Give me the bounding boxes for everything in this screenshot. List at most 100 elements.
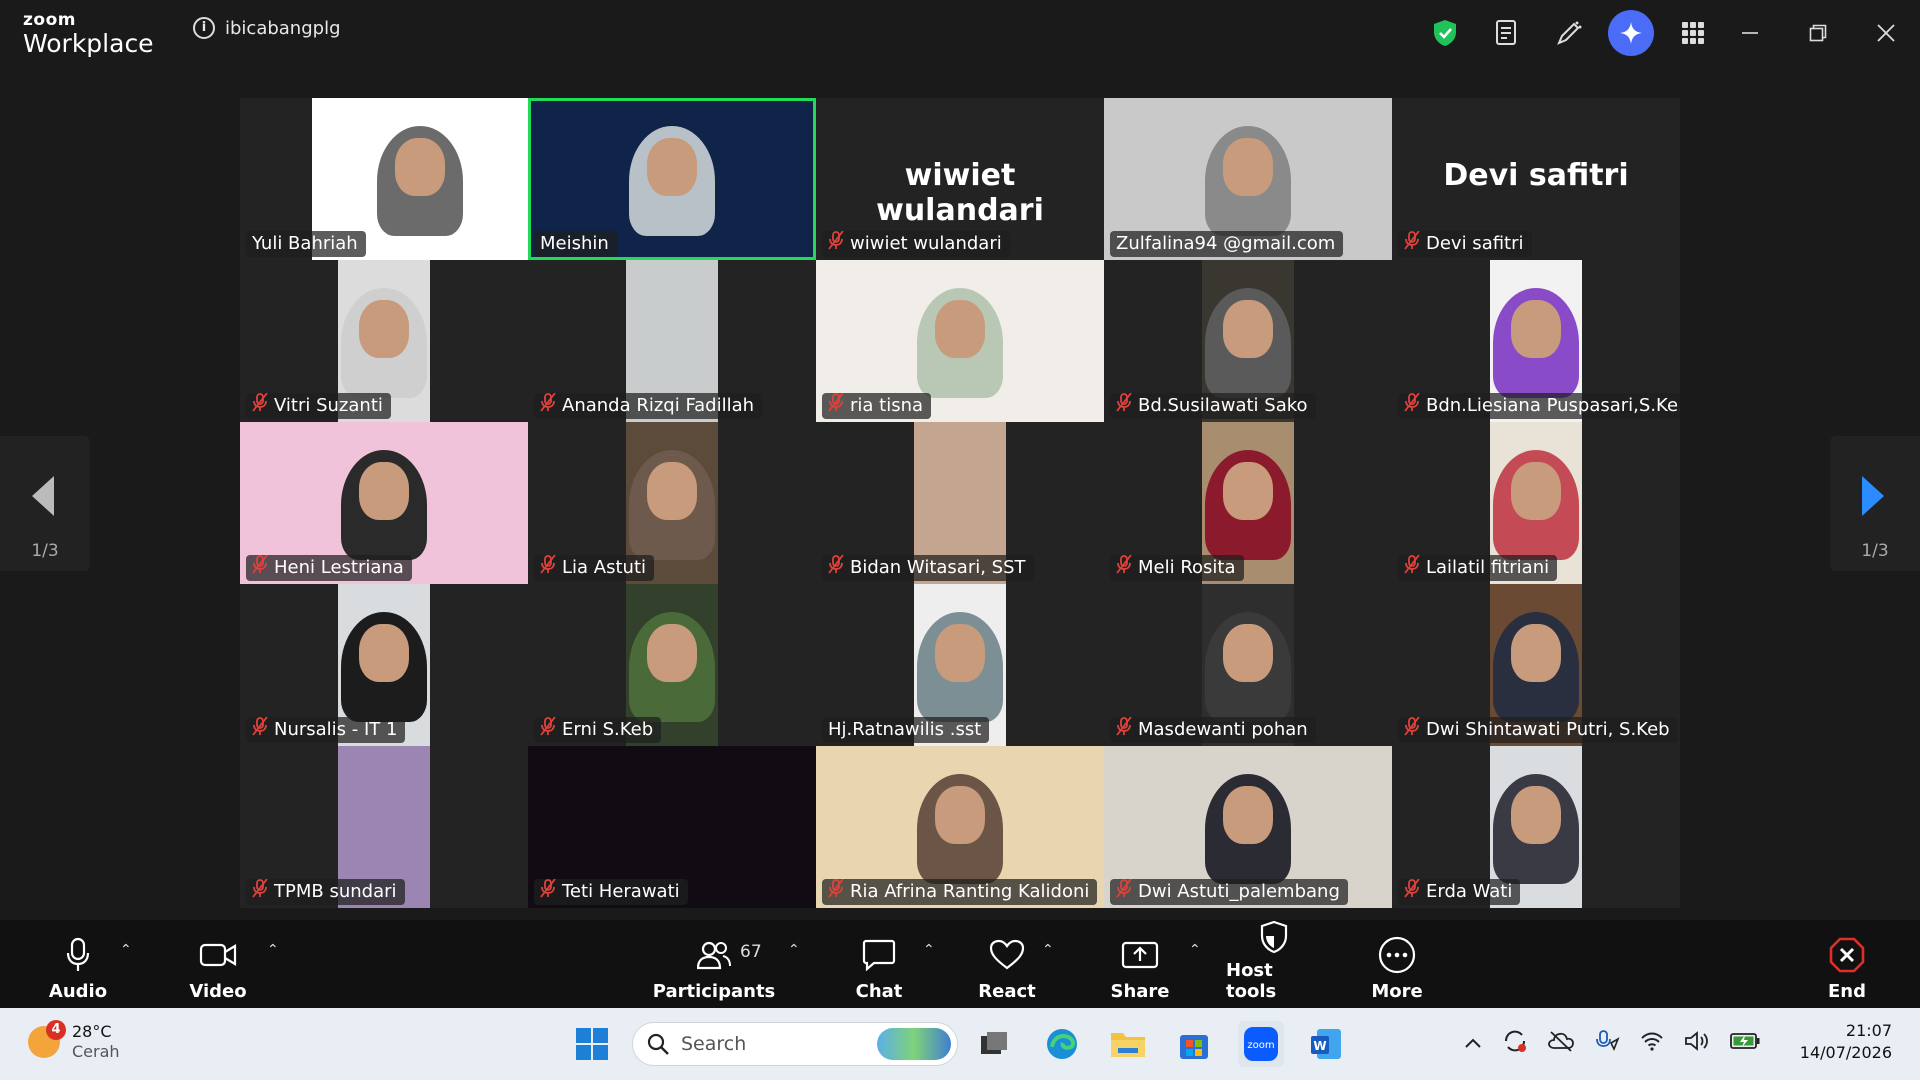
sync-alert-icon[interactable]	[1502, 1028, 1528, 1058]
word-app-icon[interactable]: W	[1306, 1024, 1346, 1064]
participant-tile[interactable]: Bd.Susilawati Sako	[1104, 260, 1392, 422]
participant-tile[interactable]: Erni S.Keb	[528, 584, 816, 746]
muted-microphone-icon	[1116, 879, 1132, 905]
participant-tile[interactable]: Lia Astuti	[528, 422, 816, 584]
muted-microphone-icon	[1116, 393, 1132, 419]
wifi-icon[interactable]	[1640, 1031, 1664, 1055]
participant-tile[interactable]: Masdewanti pohan	[1104, 584, 1392, 746]
participant-tile[interactable]: Lailatil fitriani	[1392, 422, 1680, 584]
chat-button[interactable]: Chat	[848, 920, 910, 1008]
react-options-chevron-icon[interactable]: ⌃	[1042, 942, 1054, 958]
participant-name: Hj.Ratnawilis .sst	[828, 719, 982, 740]
host-tools-label: Host tools	[1226, 960, 1277, 1002]
participant-tile[interactable]: Erda Wati	[1392, 746, 1680, 908]
restore-icon[interactable]	[1784, 10, 1852, 56]
share-button[interactable]: Share	[1108, 920, 1172, 1008]
participant-tile[interactable]: Devi safitri Devi safitri	[1392, 98, 1680, 260]
video-options-chevron-icon[interactable]: ⌃	[267, 942, 279, 958]
chat-label: Chat	[855, 981, 903, 1002]
muted-microphone-icon	[828, 555, 844, 581]
cloud-offline-icon[interactable]	[1548, 1030, 1574, 1056]
participant-tile[interactable]: Ananda Rizqi Fadillah	[528, 260, 816, 422]
participants-button[interactable]: Participants	[653, 920, 775, 1008]
page-indicator-left: 1/3	[31, 541, 59, 561]
weather-widget[interactable]: 4 28°C Cerah	[28, 1020, 120, 1062]
show-hidden-icons-chevron-icon[interactable]	[1464, 1034, 1482, 1053]
page-indicator-right: 1/3	[1861, 541, 1889, 561]
battery-charging-icon[interactable]	[1730, 1032, 1760, 1054]
participant-tile[interactable]: Bidan Witasari, SST	[816, 422, 1104, 584]
audio-options-chevron-icon[interactable]: ⌃	[120, 942, 132, 958]
participant-tile[interactable]: Meli Rosita	[1104, 422, 1392, 584]
minimize-icon[interactable]	[1716, 10, 1784, 56]
react-button[interactable]: React	[974, 920, 1040, 1008]
volume-icon[interactable]	[1684, 1030, 1710, 1056]
ai-companion-sparkle-icon[interactable]	[1608, 10, 1654, 56]
search-placeholder: Search	[681, 1033, 747, 1055]
participant-tile[interactable]: Dwi Shintawati Putri, S.Keb	[1392, 584, 1680, 746]
participant-name-label: wiwiet wulandari	[822, 231, 1010, 257]
previous-page-button[interactable]: 1/3	[0, 436, 90, 571]
audio-button[interactable]: Audio	[40, 920, 116, 1008]
participant-name: Devi safitri	[1426, 233, 1524, 254]
share-label: Share	[1110, 981, 1170, 1002]
participant-tile[interactable]: ria tisna	[816, 260, 1104, 422]
muted-microphone-icon	[1116, 717, 1132, 743]
taskbar-search[interactable]: Search	[632, 1022, 958, 1066]
security-shield-icon[interactable]	[1422, 10, 1468, 56]
participants-options-chevron-icon[interactable]: ⌃	[788, 942, 800, 958]
participant-tile[interactable]: Zulfalina94 @gmail.com	[1104, 98, 1392, 260]
muted-microphone-icon	[540, 555, 556, 581]
info-icon[interactable]: i	[193, 17, 215, 39]
task-view-icon[interactable]	[974, 1024, 1014, 1064]
muted-microphone-icon	[540, 717, 556, 743]
muted-microphone-icon	[252, 717, 268, 743]
participant-tile[interactable]: wiwiet wulandari wiwiet wulandari	[816, 98, 1104, 260]
muted-microphone-icon	[540, 879, 556, 905]
participant-name: ria tisna	[850, 395, 924, 416]
end-button[interactable]: End	[1820, 920, 1874, 1008]
end-label: End	[1828, 981, 1866, 1002]
participant-name-label: Teti Herawati	[534, 879, 688, 905]
participant-tile[interactable]: Dwi Astuti_palembang	[1104, 746, 1392, 908]
participant-tile[interactable]: Meishin	[528, 98, 816, 260]
muted-microphone-icon	[828, 393, 844, 419]
participant-tile[interactable]: Ria Afrina Ranting Kalidoni	[816, 746, 1104, 908]
file-explorer-icon[interactable]	[1108, 1024, 1148, 1064]
edge-browser-icon[interactable]	[1042, 1024, 1082, 1064]
participant-tile[interactable]: Yuli Bahriah	[240, 98, 528, 260]
taskbar-clock[interactable]: 21:07 14/07/2026	[1800, 1020, 1892, 1064]
chat-options-chevron-icon[interactable]: ⌃	[923, 942, 935, 958]
weather-condition: Cerah	[72, 1042, 120, 1061]
participant-tile[interactable]: Bdn.Liesiana Puspasari,S.Ke...	[1392, 260, 1680, 422]
muted-microphone-icon	[1404, 717, 1420, 743]
host-tools-button[interactable]: Host tools	[1226, 920, 1322, 1008]
react-label: React	[978, 981, 1036, 1002]
participant-tile[interactable]: Heni Lestriana	[240, 422, 528, 584]
participant-tile[interactable]: Vitri Suzanti	[240, 260, 528, 422]
notes-icon[interactable]	[1484, 10, 1530, 56]
participant-name: Ananda Rizqi Fadillah	[562, 395, 755, 416]
svg-text:zoom: zoom	[1247, 1040, 1274, 1051]
more-button[interactable]: More	[1366, 920, 1428, 1008]
close-icon[interactable]	[1852, 10, 1920, 56]
participant-tile[interactable]: Nursalis - IT 1	[240, 584, 528, 746]
start-menu-windows-icon[interactable]	[572, 1024, 612, 1064]
apps-grid-icon[interactable]	[1670, 10, 1716, 56]
microsoft-store-icon[interactable]	[1174, 1024, 1214, 1064]
microphone-in-use-icon[interactable]	[1594, 1029, 1620, 1057]
next-page-button[interactable]: 1/3	[1830, 436, 1920, 571]
participant-name: Vitri Suzanti	[274, 395, 383, 416]
zoom-app-icon[interactable]: zoom	[1238, 1021, 1284, 1067]
participant-tile[interactable]: Hj.Ratnawilis .sst	[816, 584, 1104, 746]
participant-tile[interactable]: TPMB sundari	[240, 746, 528, 908]
video-stage: 1/3 1/3 Yuli Bahriah Meishin wiwiet wuland…	[0, 66, 1920, 920]
whiteboard-pen-icon[interactable]	[1546, 10, 1592, 56]
meeting-info[interactable]: i ibicabangplg	[193, 17, 341, 39]
participant-name-label: Dwi Shintawati Putri, S.Keb	[1398, 717, 1678, 743]
participant-grid: Yuli Bahriah Meishin wiwiet wulandari wiwie…	[240, 98, 1680, 908]
video-button[interactable]: Video	[180, 920, 256, 1008]
share-options-chevron-icon[interactable]: ⌃	[1189, 942, 1201, 958]
participant-name-label: Erda Wati	[1398, 879, 1521, 905]
participant-tile[interactable]: Teti Herawati	[528, 746, 816, 908]
